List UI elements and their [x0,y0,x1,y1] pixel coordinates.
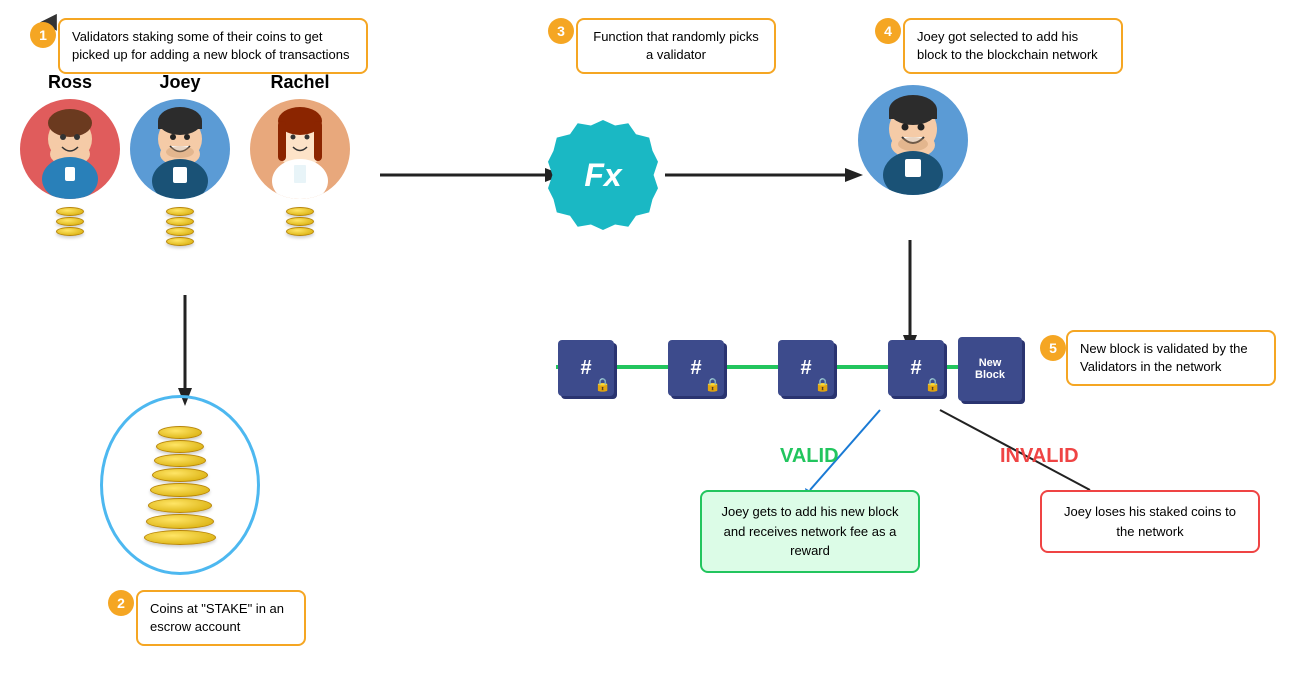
joey-avatar [130,99,230,199]
block-1: # 🔒 [558,340,614,396]
joey-avatar-container: Joey [130,72,230,246]
invalid-label: INVALID [1000,445,1079,468]
selected-joey-avatar [858,85,968,195]
step-1-callout: Validators staking some of their coins t… [58,18,368,74]
ross-label: Ross [48,72,92,93]
rachel-avatar [250,99,350,199]
step-2-callout: Coins at "STAKE" in an escrow account [136,590,306,646]
staked-coins-circle [100,395,260,575]
step-4-badge: 4 [875,18,901,44]
valid-label: VALID [780,445,839,468]
new-block: New Block [958,337,1022,401]
joey-coins [166,207,194,246]
fx-badge: Fx [548,120,658,230]
block-2: # 🔒 [668,340,724,396]
joey-label: Joey [159,72,200,93]
step-4-callout: Joey got selected to add his block to th… [903,18,1123,74]
step-3-badge: 3 [548,18,574,44]
ross-avatar-container: Ross [20,72,120,236]
ross-avatar [20,99,120,199]
rachel-label: Rachel [270,72,329,93]
ross-coins [56,207,84,236]
step-3-callout: Function that randomly picks a validator [576,18,776,74]
step-2-badge: 2 [108,590,134,616]
staked-coins-stack [144,426,216,545]
step-1-badge: 1 [30,22,56,48]
block-3: # 🔒 [778,340,834,396]
block-4: # 🔒 [888,340,944,396]
selected-joey-avatar-container [858,85,968,195]
valid-outcome-box: Joey gets to add his new block and recei… [700,490,920,573]
invalid-outcome-box: Joey loses his staked coins to the netwo… [1040,490,1260,553]
main-canvas: 1 Validators staking some of their coins… [0,0,1291,677]
rachel-coins [286,207,314,236]
step-5-callout: New block is validated by the Validators… [1066,330,1276,386]
step-5-badge: 5 [1040,335,1066,361]
rachel-avatar-container: Rachel [250,72,350,236]
